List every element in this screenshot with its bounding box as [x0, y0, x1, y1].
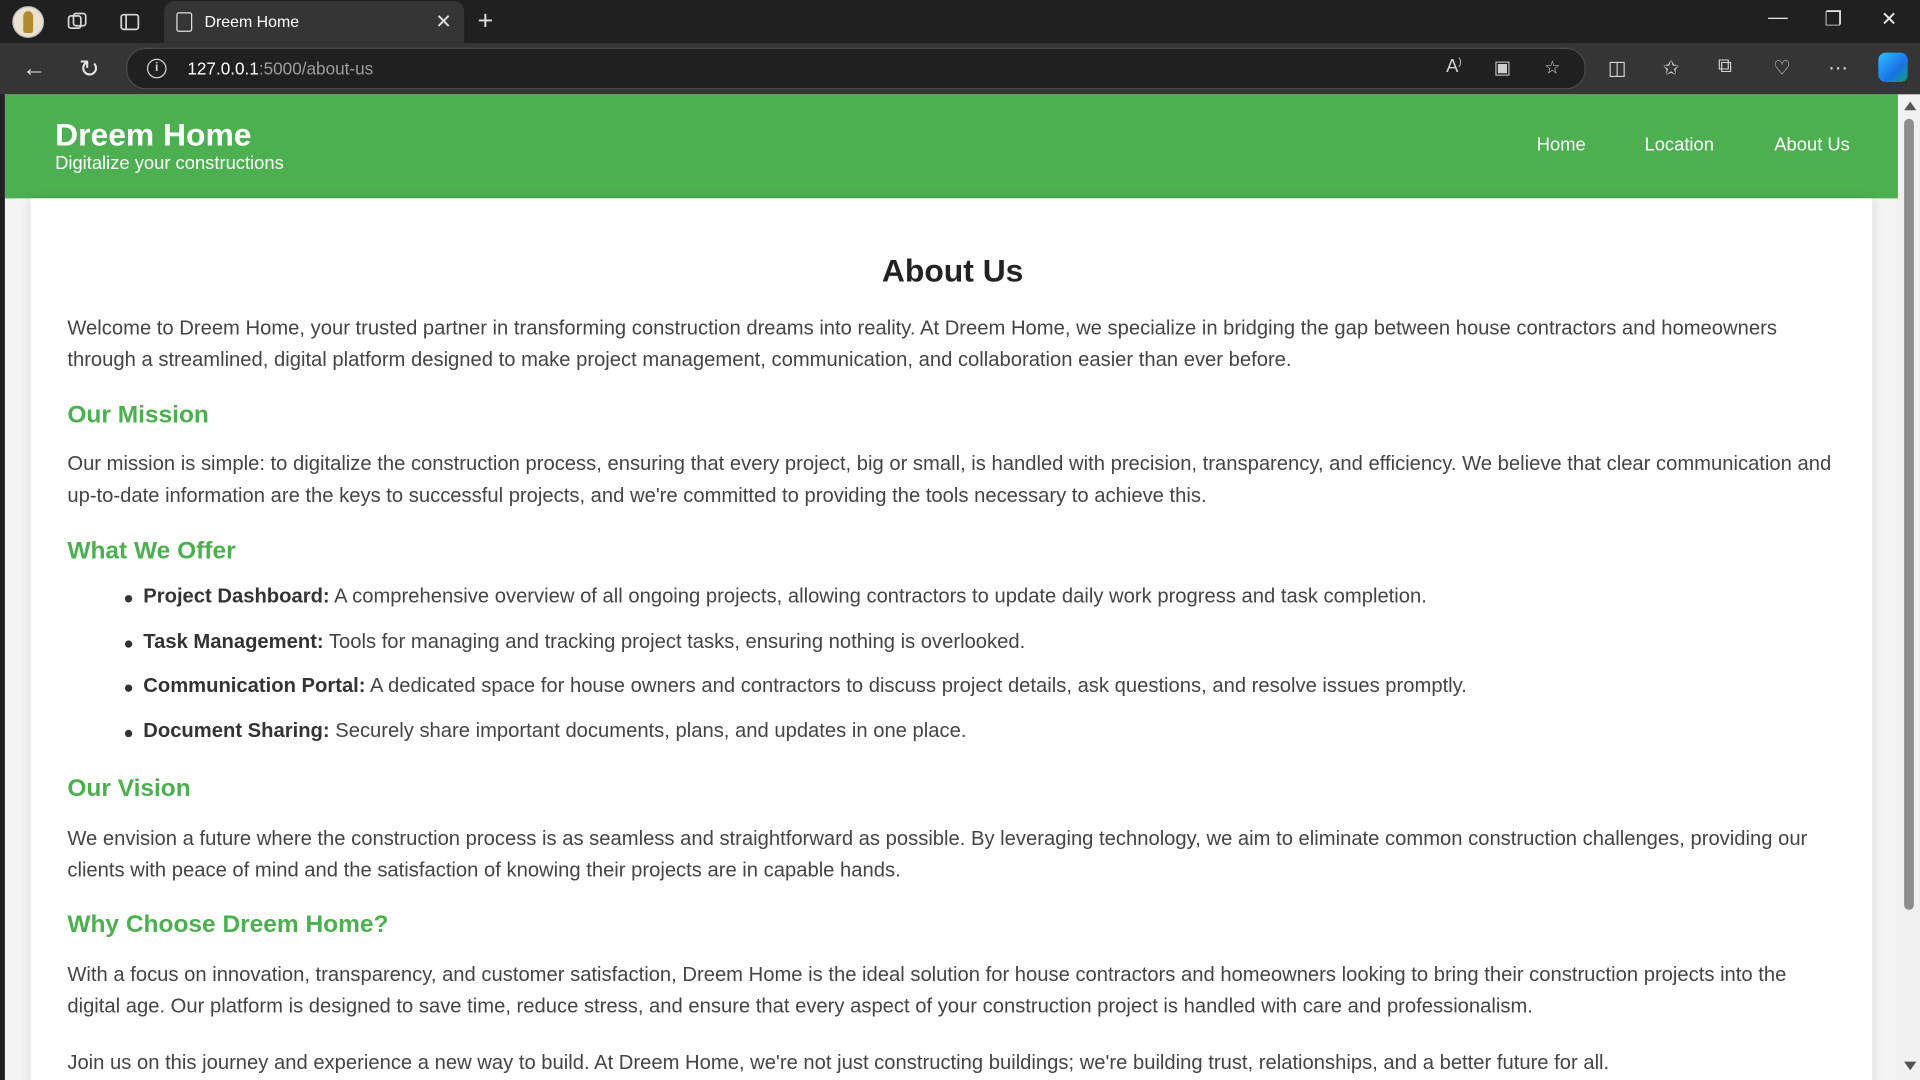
tab-bar: Dreem Home ✕ + — ❐ ✕: [0, 0, 1920, 43]
browser-toolbar: ← ↻ i 127.0.0.1:5000/about-us A) ▣ ☆ ◫ ✩…: [0, 42, 1920, 95]
copilot-icon[interactable]: [1878, 52, 1908, 83]
mission-heading: Our Mission: [67, 401, 209, 429]
profile-avatar[interactable]: [12, 6, 45, 38]
url-text[interactable]: 127.0.0.1:5000/about-us: [187, 59, 373, 79]
scroll-down-icon[interactable]: [1904, 1061, 1917, 1071]
nav-home[interactable]: Home: [1537, 135, 1586, 156]
back-icon[interactable]: ←: [17, 53, 51, 85]
list-item: Project Dashboard: A comprehensive overv…: [67, 585, 1838, 630]
collections-icon[interactable]: ⧉: [1718, 56, 1732, 78]
tab-active[interactable]: Dreem Home ✕: [164, 1, 465, 43]
favorites-icon[interactable]: ✩: [1663, 56, 1679, 80]
intro-paragraph: Welcome to Dreem Home, your trusted part…: [67, 317, 1777, 372]
page-title: About Us: [881, 252, 1024, 289]
list-item: Document Sharing: Securely share importa…: [67, 719, 1838, 764]
favorite-star-icon[interactable]: ☆: [1544, 56, 1560, 79]
read-aloud-icon[interactable]: A): [1446, 56, 1462, 77]
new-tab-button[interactable]: +: [478, 5, 494, 37]
vision-heading: Our Vision: [67, 775, 191, 803]
browser-window: Dreem Home ✕ + — ❐ ✕ ← ↻ i 127.0.0.1:500…: [0, 0, 1920, 1080]
tab-title: Dreem Home: [204, 12, 300, 31]
scroll-thumb[interactable]: [1904, 118, 1914, 910]
vertical-tabs-icon[interactable]: [114, 6, 146, 38]
page-scrollbar[interactable]: [1897, 94, 1920, 1080]
site-info-icon[interactable]: i: [146, 58, 167, 79]
closing-paragraph: Join us on this journey and experience a…: [67, 1051, 1610, 1074]
list-item: Communication Portal: A dedicated space …: [67, 675, 1838, 720]
immersive-reader-icon[interactable]: ▣: [1494, 56, 1511, 79]
nav-location[interactable]: Location: [1645, 135, 1714, 156]
why-heading: Why Choose Dreem Home?: [67, 911, 389, 938]
brand-title: Dreem Home: [55, 116, 252, 154]
close-window-icon[interactable]: ✕: [1881, 7, 1897, 31]
site-header: Dreem Home Digitalize your constructions…: [4, 94, 1898, 199]
more-menu-icon[interactable]: ⋯: [1828, 56, 1848, 80]
nav-about-us[interactable]: About Us: [1774, 135, 1850, 156]
content-container: About Us Welcome to Dreem Home, your tru…: [30, 198, 1873, 1080]
brand[interactable]: Dreem Home Digitalize your constructions: [55, 116, 284, 175]
brand-tagline: Digitalize your constructions: [55, 153, 284, 174]
workspaces-icon[interactable]: [61, 6, 93, 38]
offer-list: Project Dashboard: A comprehensive overv…: [67, 585, 1838, 764]
split-screen-icon[interactable]: ◫: [1608, 56, 1627, 80]
page-icon: [176, 12, 193, 32]
mission-paragraph: Our mission is simple: to digitalize the…: [67, 453, 1832, 507]
refresh-icon[interactable]: ↻: [72, 53, 106, 85]
close-tab-icon[interactable]: ✕: [435, 10, 451, 34]
minimize-icon[interactable]: —: [1768, 7, 1788, 29]
restore-icon[interactable]: ❐: [1825, 7, 1843, 31]
offer-heading: What We Offer: [67, 537, 236, 565]
vision-paragraph: We envision a future where the construct…: [67, 827, 1808, 882]
browser-essentials-icon[interactable]: ♡: [1773, 56, 1791, 80]
scroll-up-icon[interactable]: [1904, 101, 1917, 111]
address-bar[interactable]: i 127.0.0.1:5000/about-us A) ▣ ☆: [126, 47, 1586, 90]
web-page: Dreem Home Digitalize your constructions…: [4, 94, 1898, 1080]
why-paragraph: With a focus on innovation, transparency…: [67, 963, 1787, 1018]
list-item: Task Management: Tools for managing and …: [67, 630, 1838, 675]
